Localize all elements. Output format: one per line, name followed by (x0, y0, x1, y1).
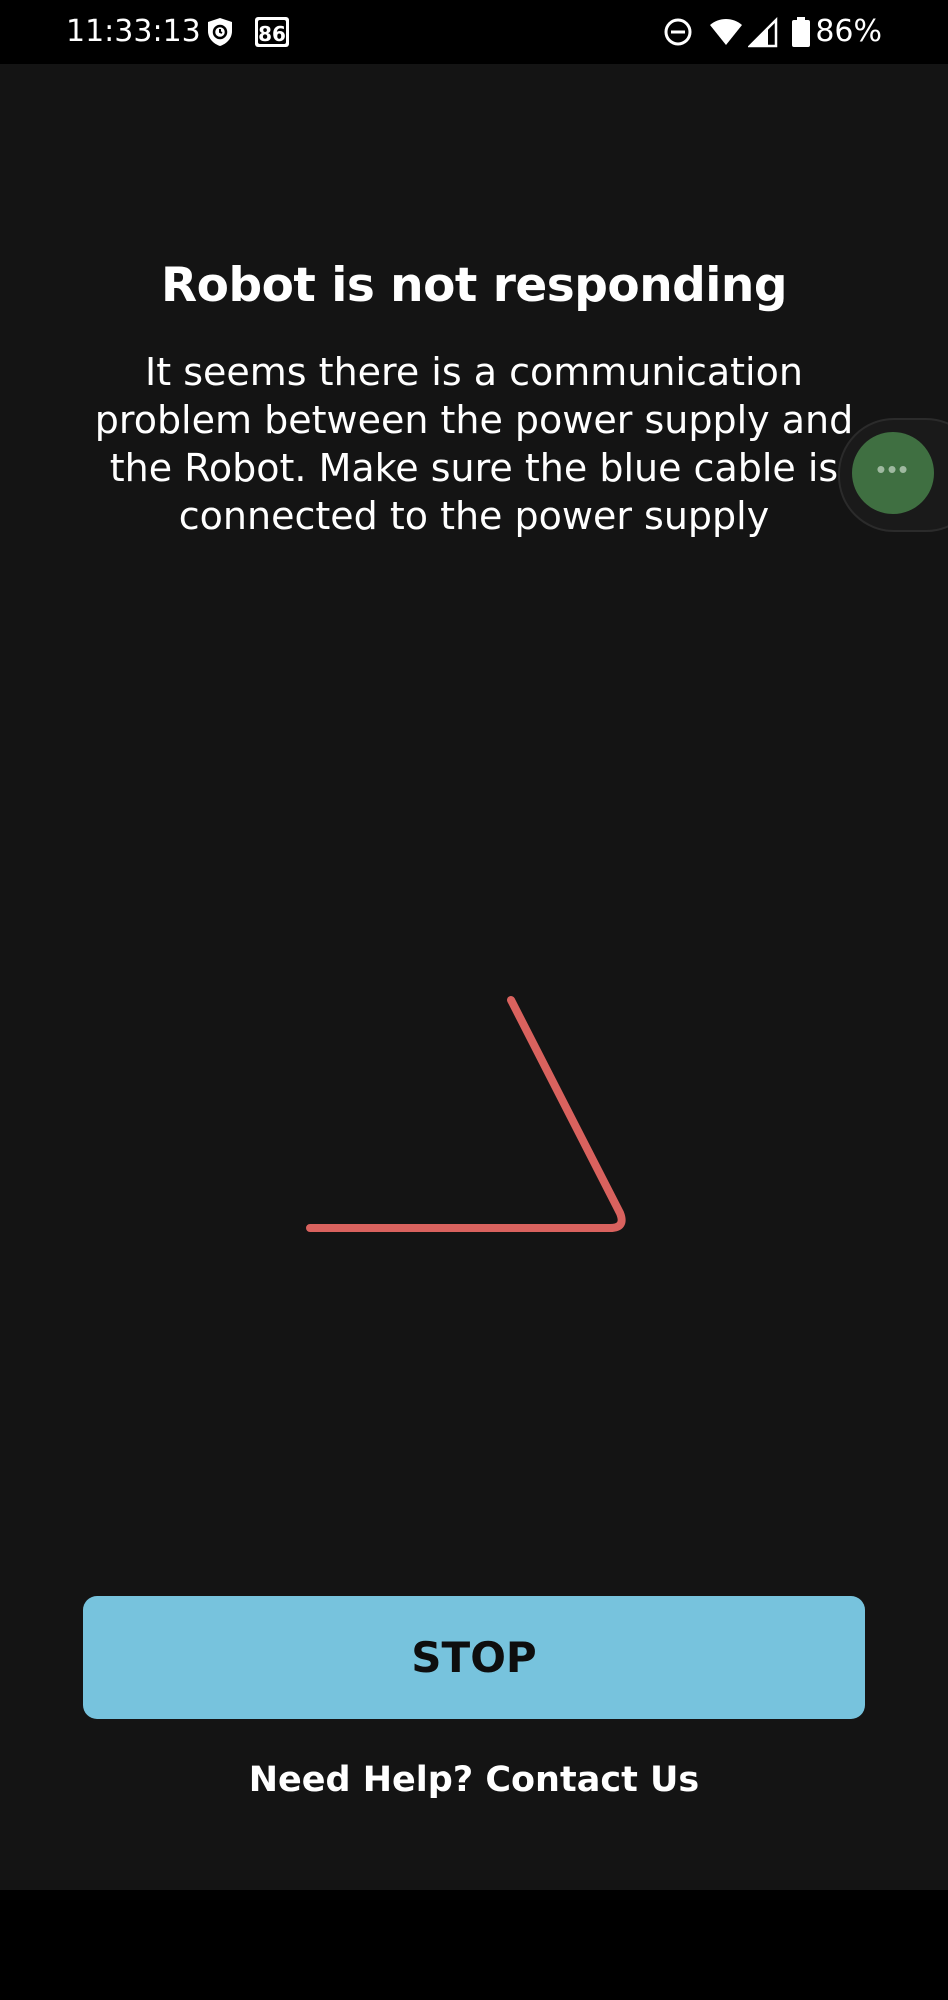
navigation-bar (0, 1890, 948, 2000)
stop-button[interactable]: STOP (83, 1596, 865, 1719)
page-title: Robot is not responding (160, 258, 788, 313)
contact-us-link[interactable]: Need Help? Contact Us (0, 1760, 948, 1800)
error-message: It seems there is a communication proble… (94, 350, 854, 538)
do-not-disturb-icon (664, 18, 692, 46)
badge-icon: 86 (255, 17, 289, 47)
badge-number: 86 (258, 22, 286, 46)
signal-icon (748, 16, 778, 48)
floating-chat-bubble[interactable]: ••• (852, 432, 934, 514)
battery-icon (792, 17, 810, 47)
status-bar: 11:33:13 86 86% (0, 0, 948, 64)
wifi-icon (710, 19, 742, 45)
more-dots-icon: ••• (876, 454, 910, 484)
loading-spinner-icon (306, 996, 626, 1232)
battery-percent: 86% (815, 14, 882, 49)
status-time: 11:33:13 (66, 14, 201, 49)
shield-icon (208, 18, 232, 46)
